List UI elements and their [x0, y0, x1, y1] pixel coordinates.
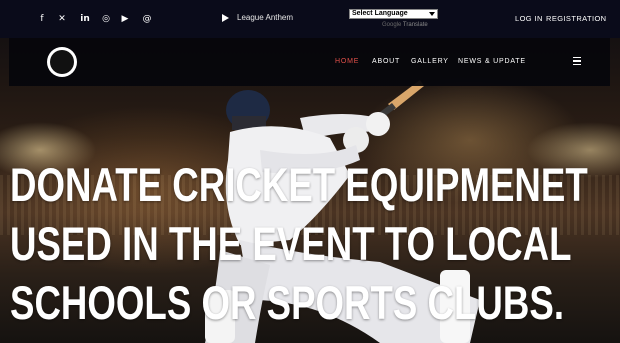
headline-line-1: DONATE CRICKET EQUIPMENET [10, 158, 588, 211]
nav-item-gallery[interactable]: GALLERY [411, 58, 449, 65]
nav-item-home[interactable]: HOME [335, 58, 359, 65]
league-anthem-player[interactable]: League Anthem [222, 13, 293, 22]
youtube-icon[interactable]: ▶ [118, 12, 132, 26]
google-label: Google [382, 22, 402, 28]
language-select[interactable]: Select Language [349, 9, 438, 19]
translate-label: Translate [402, 22, 428, 28]
google-translate-credit[interactable]: Google Translate [382, 22, 428, 28]
league-logo[interactable] [47, 47, 77, 77]
facebook-icon[interactable]: f [35, 12, 49, 26]
threads-icon[interactable]: @ [140, 12, 154, 26]
headline-line-2: USED IN THE EVENT TO LOCAL [10, 217, 572, 270]
hero-headline: DONATE CRICKET EQUIPMENET USED IN THE EV… [10, 155, 588, 332]
x-icon[interactable]: ✕ [55, 12, 69, 26]
chevron-down-icon [429, 12, 435, 16]
registration-link[interactable]: REGISTRATION [546, 14, 607, 23]
top-bar: f ✕ in ◎ ▶ @ League Anthem Select Langua… [0, 0, 620, 38]
language-select-value: Select Language [352, 10, 408, 17]
headline-line-3: SCHOOLS OR SPORTS CLUBS. [10, 276, 565, 329]
play-icon[interactable] [222, 13, 229, 22]
nav-item-about[interactable]: ABOUT [372, 58, 400, 65]
linkedin-icon[interactable]: in [78, 12, 92, 26]
main-navbar: HOME ABOUT GALLERY NEWS & UPDATE [9, 38, 610, 86]
login-link[interactable]: LOG IN [515, 14, 543, 23]
nav-item-news-update[interactable]: NEWS & UPDATE [458, 58, 526, 65]
league-anthem-label: League Anthem [237, 13, 294, 22]
menu-icon[interactable] [573, 57, 581, 65]
logo-emblem [50, 50, 74, 74]
instagram-icon[interactable]: ◎ [99, 12, 113, 26]
